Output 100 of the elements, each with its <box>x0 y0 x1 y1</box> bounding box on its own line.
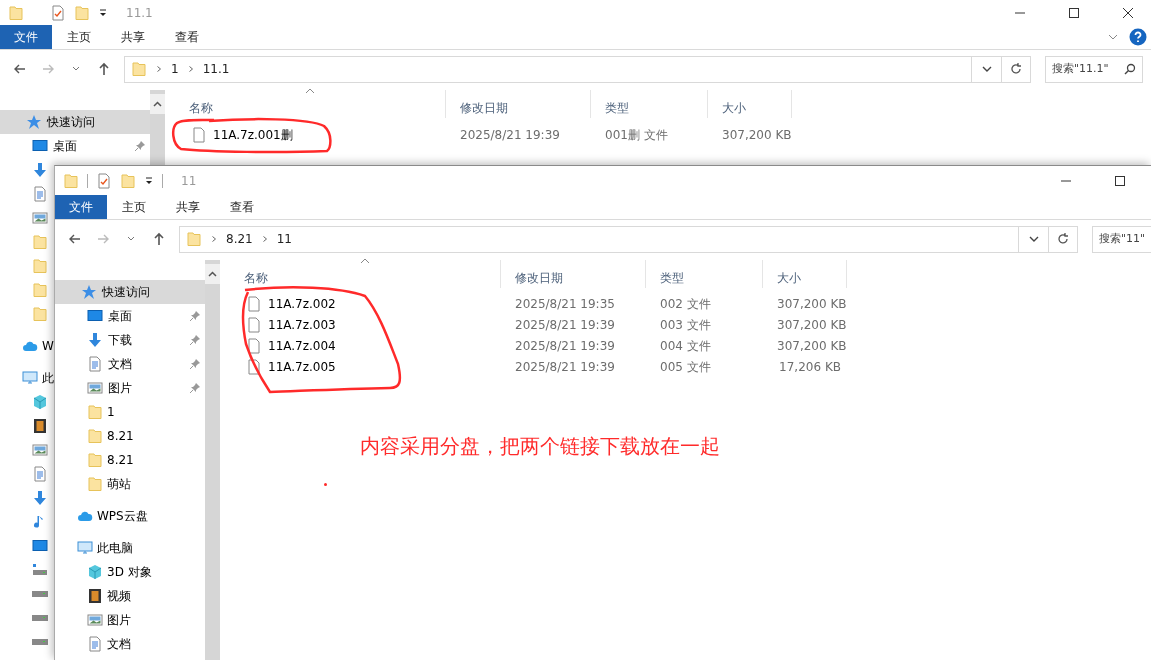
nav-item[interactable]: 快速访问 <box>0 110 150 134</box>
monitor-icon <box>32 138 48 154</box>
properties-icon[interactable] <box>96 172 112 189</box>
document-icon <box>32 466 48 482</box>
column-header[interactable]: 类型 <box>646 260 763 288</box>
file-name[interactable]: 11A.7z.005 <box>224 357 501 376</box>
column-header[interactable]: 修改日期 <box>446 90 591 118</box>
file-icon <box>246 358 262 375</box>
search-field[interactable]: 搜索"11.1" <box>1045 55 1143 83</box>
picture-icon <box>87 612 103 628</box>
film-icon <box>87 588 103 604</box>
nav-item[interactable]: 视频 <box>55 584 131 608</box>
down-arrow-icon <box>32 162 48 178</box>
star-icon <box>26 114 42 130</box>
table-cell-text: 005 文件 <box>659 358 712 376</box>
pin-icon[interactable] <box>189 334 201 346</box>
nav-item[interactable]: 文档 <box>55 632 131 656</box>
address-bar[interactable]: 1 11.1 <box>124 55 1002 83</box>
nav-item[interactable]: 此电脑 <box>55 536 133 560</box>
refresh-button[interactable] <box>1048 225 1078 253</box>
nav-item[interactable]: 8.21 <box>55 424 134 448</box>
table-cell-text: 2025/8/21 19:39 <box>514 358 616 376</box>
nav-item[interactable]: 图片 <box>55 608 131 632</box>
table-cell-text: 001删 文件 <box>604 126 669 144</box>
search-icon[interactable] <box>1124 63 1136 75</box>
properties-icon[interactable] <box>50 4 66 21</box>
pin-icon[interactable] <box>134 140 146 152</box>
address-bar[interactable]: 8.21 11 <box>179 225 1049 253</box>
nav-item[interactable]: 下载 <box>55 328 205 352</box>
file-name[interactable]: 11A.7z.002 <box>224 294 501 313</box>
file-name[interactable]: 11A.7z.004 <box>224 336 501 355</box>
monitor-icon <box>22 370 38 386</box>
nav-item[interactable]: 图片 <box>55 376 205 400</box>
annotation-dot <box>324 483 327 486</box>
nav-item[interactable]: 快速访问 <box>55 280 205 304</box>
column-header[interactable]: 大小 <box>763 260 847 288</box>
column-header[interactable]: 修改日期 <box>501 260 646 288</box>
pin-icon[interactable] <box>189 382 201 394</box>
breadcrumb[interactable]: 1 <box>171 60 179 78</box>
table-cell-text: 003 文件 <box>659 316 712 334</box>
search-field[interactable]: 搜索"11" <box>1092 225 1151 253</box>
scroll-up-button[interactable] <box>205 264 220 284</box>
breadcrumb[interactable]: 11 <box>276 230 292 248</box>
file-icon <box>246 337 262 354</box>
nav-item[interactable]: 3D 对象 <box>55 560 152 584</box>
drive-icon <box>32 639 48 645</box>
ribbon-tab[interactable]: 主页 <box>107 195 161 219</box>
cube-icon <box>87 564 103 580</box>
nav-item[interactable]: 1 <box>55 400 115 424</box>
picture-icon <box>87 380 103 396</box>
file-name[interactable]: 11A.7z.001删 <box>169 125 446 144</box>
nav-item[interactable]: 桌面 <box>55 304 205 328</box>
up-caret-icon[interactable] <box>153 101 162 107</box>
ribbon-tab[interactable]: 共享 <box>161 195 215 219</box>
refresh-icon[interactable] <box>1056 232 1070 246</box>
folder-icon <box>87 404 103 420</box>
pin-icon[interactable] <box>189 358 201 370</box>
breadcrumb[interactable]: 8.21 <box>226 230 253 248</box>
nav-item[interactable]: WPS云盘 <box>55 504 148 528</box>
star-icon <box>81 284 97 300</box>
file-icon <box>191 126 207 143</box>
nav-item[interactable]: 此 <box>0 366 54 390</box>
up-caret-icon[interactable] <box>208 271 217 277</box>
file-name[interactable]: 11A.7z.003 <box>224 315 501 334</box>
customize-caret-icon[interactable] <box>144 175 154 186</box>
nav-item[interactable]: 8.21 <box>55 448 134 472</box>
ribbon-tab[interactable]: 主页 <box>52 25 106 49</box>
column-header[interactable]: 大小 <box>708 90 792 118</box>
monitor-icon <box>87 308 103 324</box>
ribbon-tab[interactable]: 文件 <box>55 195 107 219</box>
nav-item[interactable]: 桌面 <box>0 134 150 158</box>
document-icon <box>87 356 103 372</box>
folder-icon <box>131 61 147 77</box>
drive-icon <box>32 562 48 578</box>
help-icon[interactable] <box>1129 28 1147 46</box>
ribbon-tab[interactable]: 文件 <box>0 25 52 49</box>
sort-caret-icon <box>360 258 370 264</box>
folder-icon <box>63 172 79 189</box>
nav-item[interactable]: 萌站 <box>55 472 131 496</box>
column-header[interactable]: 名称 <box>224 260 501 288</box>
ribbon-tab[interactable]: 查看 <box>215 195 269 219</box>
scroll-up-button[interactable] <box>150 94 165 114</box>
table-cell-text: 307,200 KB <box>721 126 792 144</box>
annotation-note: 内容采用分盘，把两个链接下载放在一起 <box>360 433 720 460</box>
breadcrumb[interactable]: 11.1 <box>202 60 230 78</box>
nav-item[interactable]: 文档 <box>55 352 205 376</box>
customize-caret-icon[interactable] <box>98 7 108 18</box>
table-cell-text: 2025/8/21 19:39 <box>514 337 616 355</box>
column-header[interactable]: 名称 <box>169 90 446 118</box>
pin-icon[interactable] <box>189 310 201 322</box>
refresh-button[interactable] <box>1001 55 1031 83</box>
ribbon-tab[interactable]: 共享 <box>106 25 160 49</box>
ribbon-tab[interactable]: 查看 <box>160 25 214 49</box>
monitor-icon <box>77 540 93 556</box>
document-icon <box>87 636 103 652</box>
column-header[interactable]: 类型 <box>591 90 708 118</box>
refresh-icon[interactable] <box>1009 62 1023 76</box>
nav-item[interactable]: W <box>0 334 54 358</box>
folder-icon <box>87 428 103 444</box>
folder-icon <box>87 452 103 468</box>
